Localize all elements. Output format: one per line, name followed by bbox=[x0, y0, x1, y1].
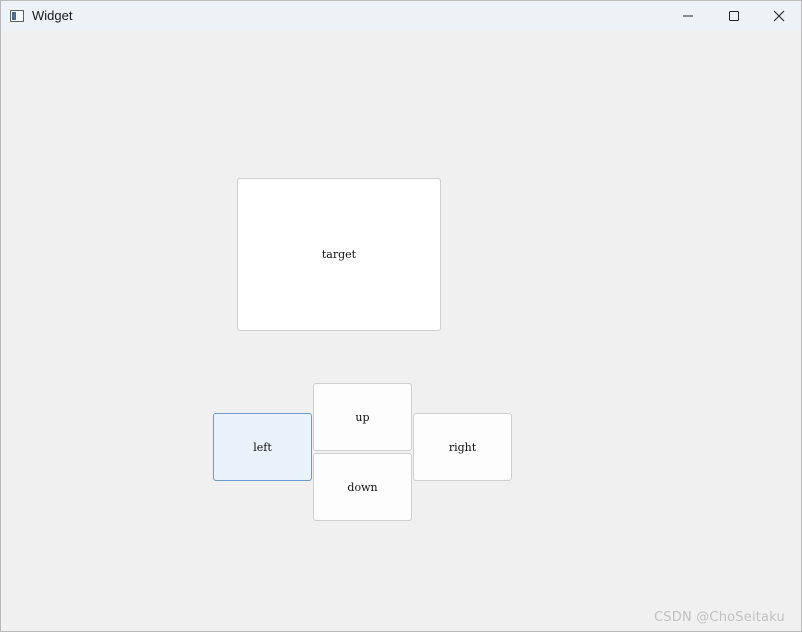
watermark-text: CSDN @ChoSeitaku bbox=[654, 610, 785, 625]
minimize-icon bbox=[682, 10, 694, 22]
title-bar[interactable]: Widget bbox=[1, 1, 801, 31]
left-button[interactable]: left bbox=[213, 413, 312, 481]
maximize-button[interactable] bbox=[711, 1, 757, 31]
window-client-area: target up down left right CSDN @ChoSeita… bbox=[1, 31, 801, 631]
close-icon bbox=[773, 10, 785, 22]
right-button[interactable]: right bbox=[413, 413, 512, 481]
maximize-icon bbox=[728, 10, 740, 22]
down-button[interactable]: down bbox=[313, 453, 412, 521]
up-button[interactable]: up bbox=[313, 383, 412, 451]
close-button[interactable] bbox=[756, 1, 801, 31]
app-window: Widget target up down left right CSDN @C… bbox=[0, 0, 802, 632]
minimize-button[interactable] bbox=[665, 1, 711, 31]
target-button[interactable]: target bbox=[237, 178, 441, 331]
window-title: Widget bbox=[32, 8, 73, 23]
window-app-icon bbox=[10, 10, 24, 22]
